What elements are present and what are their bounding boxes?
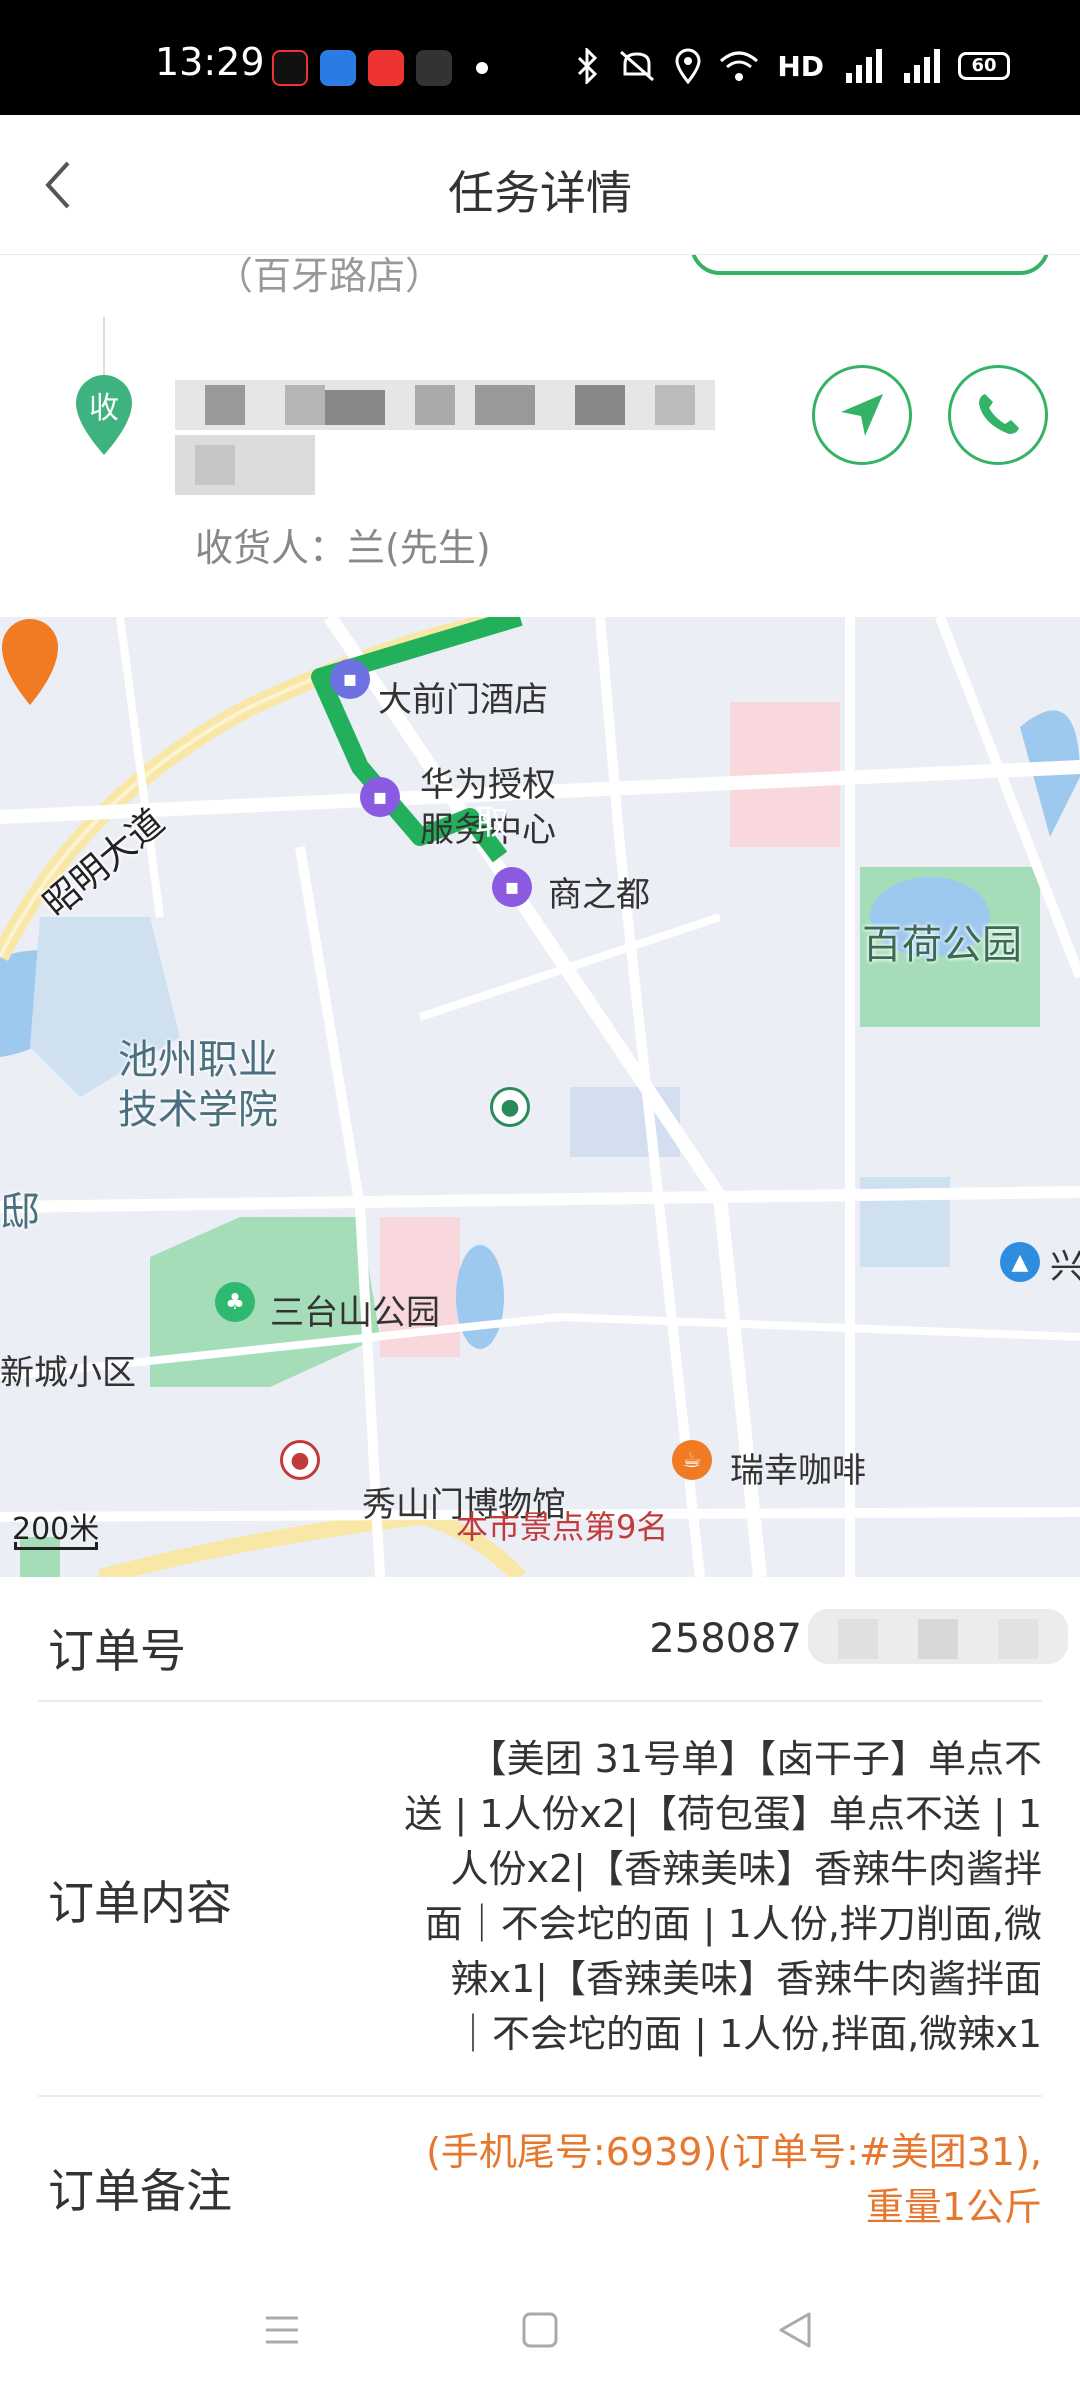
bank-poi-icon: ● bbox=[490, 1087, 530, 1127]
hotel-poi-icon: ▪ bbox=[330, 659, 370, 699]
order-content-label: 订单内容 bbox=[48, 1876, 232, 1930]
bank2-poi-icon: ● bbox=[280, 1440, 320, 1480]
map-label-park-baihe: 百荷公园 bbox=[862, 922, 1022, 968]
redacted-address bbox=[175, 380, 715, 495]
page-title: 任务详情 bbox=[448, 166, 632, 220]
system-navigation-bar bbox=[0, 2270, 1080, 2400]
order-content-line: ｜不会坨的面 | 1人份,拌面,微辣x1 bbox=[454, 2012, 1042, 2056]
map-label-hotel: 大前门酒店 bbox=[378, 680, 548, 720]
map-label-ranking: 本市景点第9名 bbox=[456, 1508, 669, 1546]
map-label-area-2: 新城小区 bbox=[0, 1353, 136, 1393]
map-label-park-santai: 三台山公园 bbox=[270, 1293, 440, 1333]
map-label-cafe: 瑞幸咖啡 bbox=[730, 1451, 866, 1491]
bluetooth-icon bbox=[578, 48, 598, 84]
order-content-line: 人份x2|【香辣美味】香辣牛肉酱拌 bbox=[450, 1847, 1042, 1891]
order-remark-line: 重量1公斤 bbox=[865, 2185, 1042, 2229]
order-remark-value: (手机尾号:6939)(订单号:#美团31), 重量1公斤 bbox=[342, 2125, 1042, 2235]
order-content-value: 【美团 31号单】【卤干子】单点不 送 | 1人份x2|【荷包蛋】单点不送 | … bbox=[302, 1732, 1042, 2062]
mall-poi-icon: ▪ bbox=[492, 867, 532, 907]
signal-icon-sim2 bbox=[904, 49, 940, 83]
tiktok-app-icon bbox=[272, 50, 308, 86]
pickup-pin-icon bbox=[2, 619, 58, 705]
map-label-area-1: 邸 bbox=[0, 1189, 40, 1235]
order-remark-row: 订单备注 (手机尾号:6939)(订单号:#美团31), 重量1公斤 bbox=[38, 2097, 1042, 2267]
map-label-edge: 兴 bbox=[1050, 1247, 1080, 1287]
wifi-icon bbox=[720, 51, 759, 81]
network-type: HD bbox=[777, 49, 824, 83]
order-content-line: 面｜不会坨的面 | 1人份,拌刀削面,微 bbox=[424, 1902, 1042, 1946]
order-content-line: 【美团 31号单】【卤干子】单点不 bbox=[468, 1737, 1042, 1781]
order-content-row: 订单内容 【美团 31号单】【卤干子】单点不 送 | 1人份x2|【荷包蛋】单点… bbox=[38, 1702, 1042, 2097]
timeline-connector bbox=[103, 317, 105, 377]
receiver-name: 收货人：兰(先生) bbox=[195, 526, 491, 570]
navigation-arrow-icon bbox=[841, 394, 883, 436]
map-label-mall: 商之都 bbox=[548, 875, 650, 915]
order-remark-label: 订单备注 bbox=[48, 2164, 232, 2218]
park-poi-icon: ♣ bbox=[215, 1282, 255, 1322]
order-content-line: 辣x1|【香辣美味】香辣牛肉酱拌面 bbox=[450, 1957, 1042, 2001]
phone-icon bbox=[979, 394, 1019, 434]
delivery-address-card: （百牙路店） 收 收货人：兰(先生) bbox=[0, 255, 1080, 617]
navigate-button[interactable] bbox=[812, 365, 912, 465]
u-app-icon bbox=[320, 50, 356, 86]
status-time: 13:29 bbox=[155, 40, 265, 84]
more-notifications-dot bbox=[476, 62, 488, 74]
status-bar: 13:29 HD 60 bbox=[0, 0, 1080, 115]
redacted-order-number bbox=[808, 1609, 1068, 1664]
silent-icon bbox=[620, 50, 655, 82]
route-map[interactable]: 昭明大道 ▪ 大前门酒店 ▪ 华为授权 服务中心 ▪ 商之都 取 百荷公园 池州… bbox=[0, 617, 1080, 1577]
school-poi-icon: ▲ bbox=[1000, 1242, 1040, 1282]
status-notification-icons bbox=[272, 50, 488, 86]
menu-nav-icon[interactable] bbox=[262, 2310, 302, 2350]
location-icon bbox=[675, 48, 701, 84]
order-number-label: 订单号 bbox=[48, 1624, 186, 1678]
map-label-college-2: 技术学院 bbox=[118, 1087, 278, 1133]
previous-action-button[interactable] bbox=[690, 255, 1050, 275]
order-remark-line: (手机尾号:6939)(订单号:#美团31), bbox=[426, 2130, 1042, 2174]
order-number-row: 订单号 258087 bbox=[38, 1577, 1068, 1702]
home-nav-icon[interactable] bbox=[520, 2310, 560, 2350]
order-content-line: 送 | 1人份x2|【荷包蛋】单点不送 | 1 bbox=[404, 1792, 1042, 1836]
status-system-icons: HD 60 bbox=[577, 48, 1010, 84]
back-nav-icon[interactable] bbox=[775, 2310, 815, 2350]
toutiao-app-icon bbox=[368, 50, 404, 86]
pickup-pin-label: 取 bbox=[475, 803, 509, 843]
battery-icon: 60 bbox=[958, 52, 1010, 80]
page-header: 任务详情 bbox=[0, 115, 1080, 255]
signal-icon-sim1 bbox=[846, 49, 882, 83]
map-scale-bar bbox=[14, 1542, 98, 1550]
receive-pin-label: 收 bbox=[89, 391, 119, 426]
previous-store-name: （百牙路店） bbox=[215, 255, 444, 298]
call-button[interactable] bbox=[948, 365, 1048, 465]
cafe-poi-icon: ☕ bbox=[672, 1440, 712, 1480]
service-poi-icon: ▪ bbox=[360, 777, 400, 817]
misc-app-icon bbox=[416, 50, 452, 86]
order-number-value: 258087 bbox=[649, 1616, 802, 1662]
